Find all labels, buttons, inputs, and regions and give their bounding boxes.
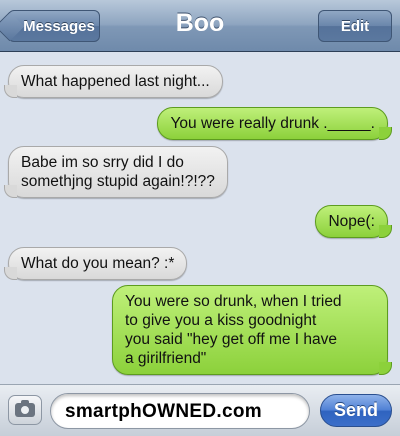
send-button[interactable]: Send [320, 394, 392, 427]
messages-back-button[interactable]: Messages [0, 10, 100, 42]
edit-button[interactable]: Edit [318, 10, 392, 42]
message-received-2: Babe im so srry did I do somethjng stupi… [4, 146, 228, 198]
camera-button[interactable] [8, 395, 42, 425]
message-received-1: What happened last night... [4, 65, 223, 98]
navigation-bar: Messages Boo Edit [0, 0, 400, 52]
message-sent-3: You were so drunk, when I tried to give … [112, 285, 392, 375]
message-text-field[interactable]: smartphOWNED.com [50, 393, 310, 429]
back-arrow-icon [0, 11, 25, 42]
message-received-3: What do you mean? :* [3, 247, 188, 280]
conversation-title: Boo [175, 9, 225, 37]
conversation-thread: What happened last night... You were rea… [0, 53, 400, 383]
message-input-bar: smartphOWNED.com Send [0, 384, 400, 436]
message-sent-1: You were really drunk ._____. [157, 107, 392, 140]
camera-icon [15, 400, 35, 417]
message-sent-2: Nope(: [315, 205, 392, 238]
back-button-label: Messages [23, 17, 95, 35]
